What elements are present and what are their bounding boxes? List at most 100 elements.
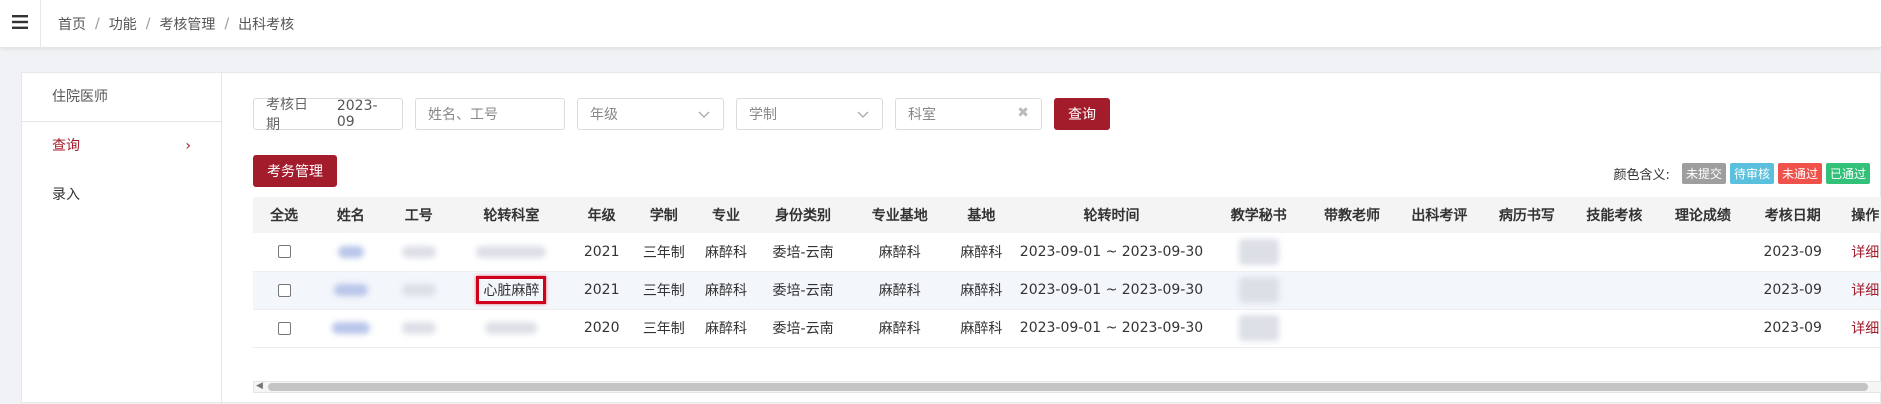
exam-date-cell: 2023-09 (1747, 233, 1838, 272)
redacted-secretary (1238, 277, 1279, 303)
col-header-rotation-period: 轮转时间 (1013, 197, 1210, 233)
hamburger-icon (12, 15, 28, 33)
status-badge-unsubmitted: 未提交 (1681, 163, 1726, 184)
name-cell[interactable] (315, 309, 387, 348)
evaluation-cell (1395, 271, 1484, 310)
identity-cell: 委培-云南 (755, 233, 851, 272)
name-cell[interactable] (315, 233, 387, 272)
chevron-right-icon: › (185, 138, 191, 154)
sidebar-item-query[interactable]: 查询 › (22, 122, 221, 171)
redacted-id (401, 322, 436, 334)
col-header-select-all[interactable]: 全选 (253, 197, 316, 233)
major-cell: 麻醉科 (696, 309, 756, 348)
sidebar-item-label: 录入 (52, 187, 80, 203)
medical-record-cell (1483, 233, 1571, 272)
theory-score-cell (1658, 271, 1748, 310)
scroll-left-icon[interactable]: ◀ (256, 381, 263, 391)
detail-link-cell: 详细 (1837, 271, 1881, 310)
major-base-cell: 麻醉科 (850, 271, 950, 310)
sidebar-item-entry[interactable]: 录入 (22, 171, 221, 220)
rotation-dept-cell (450, 309, 572, 348)
medical-record-cell (1483, 309, 1571, 348)
breadcrumb-separator: / (145, 16, 151, 32)
base-cell: 麻醉科 (949, 309, 1014, 348)
redacted-id (401, 245, 436, 258)
grade-cell: 2020 (571, 309, 632, 348)
teacher-cell (1308, 309, 1396, 348)
redacted-name (331, 322, 370, 334)
skill-exam-cell (1570, 233, 1659, 272)
name-id-input[interactable]: 姓名、工号 (415, 98, 565, 130)
detail-link-cell: 详细 (1837, 233, 1881, 272)
highlighted-dept: 心脏麻醉 (476, 276, 547, 304)
department-select[interactable]: 科室 ✖ (895, 98, 1042, 130)
department-value: 科室 (908, 107, 936, 123)
teacher-cell (1308, 271, 1396, 310)
base-cell: 麻醉科 (949, 233, 1014, 272)
name-cell[interactable] (315, 271, 387, 310)
search-button[interactable]: 查询 (1054, 98, 1110, 130)
sidebar: 住院医师 查询 › 录入 (22, 73, 222, 404)
detail-link-cell: 详细 (1837, 309, 1881, 348)
detail-link[interactable]: 详细 (1851, 283, 1879, 299)
row-checkbox[interactable] (277, 321, 291, 335)
col-header-secretary: 教学秘书 (1209, 197, 1309, 233)
rotation-period-cell: 2023-09-01 ~ 2023-09-30 (1013, 271, 1210, 310)
top-bar: 首页 / 功能 / 考核管理 / 出科考核 (0, 0, 1881, 48)
exam-affairs-button[interactable]: 考务管理 (253, 155, 337, 187)
rotation-dept-cell (450, 233, 572, 272)
scrollbar-thumb[interactable] (268, 383, 1868, 391)
col-header-rotation-dept: 轮转科室 (450, 197, 572, 233)
exam-date-cell: 2023-09 (1747, 309, 1838, 348)
rotation-dept-cell: 心脏麻醉 (450, 271, 572, 310)
clear-icon[interactable]: ✖ (1017, 105, 1029, 121)
status-badge-failed: 未通过 (1777, 163, 1822, 184)
major-base-cell: 麻醉科 (850, 233, 950, 272)
row-checkbox-cell (253, 271, 316, 310)
system-cell: 三年制 (631, 271, 697, 310)
teacher-cell (1308, 233, 1396, 272)
breadcrumb-exam-management[interactable]: 考核管理 (159, 14, 215, 34)
theory-score-cell (1658, 309, 1748, 348)
grade-cell: 2021 (571, 233, 632, 272)
detail-link[interactable]: 详细 (1851, 245, 1879, 261)
system-cell: 三年制 (631, 309, 697, 348)
exam-date-cell: 2023-09 (1747, 271, 1838, 310)
col-header-base: 基地 (949, 197, 1014, 233)
menu-toggle-button[interactable] (0, 0, 41, 48)
col-header-theory-score: 理论成绩 (1658, 197, 1748, 233)
col-header-skill-exam: 技能考核 (1570, 197, 1659, 233)
horizontal-scrollbar[interactable]: ◀ ▶ (253, 381, 1881, 393)
evaluation-cell (1395, 233, 1484, 272)
exam-date-value: 2023-09 (336, 98, 378, 130)
col-header-exam-date: 考核日期 (1747, 197, 1838, 233)
rotation-period-cell: 2023-09-01 ~ 2023-09-30 (1013, 309, 1210, 348)
system-placeholder: 学制 (749, 107, 777, 123)
redacted-secretary (1238, 238, 1279, 265)
major-cell: 麻醉科 (696, 233, 756, 272)
row-checkbox[interactable] (277, 245, 291, 259)
exam-date-field[interactable]: 考核日期 2023-09 (253, 97, 403, 133)
id-cell (386, 233, 451, 272)
col-header-major: 专业 (696, 197, 756, 233)
secretary-cell (1209, 233, 1309, 272)
system-select[interactable]: 学制 (736, 98, 883, 130)
grade-select[interactable]: 年级 (577, 98, 724, 130)
secretary-cell (1209, 271, 1309, 310)
redacted-dept (476, 245, 547, 258)
row-checkbox[interactable] (277, 283, 291, 297)
breadcrumb-function[interactable]: 功能 (109, 14, 137, 34)
id-cell (386, 309, 451, 348)
col-header-medical-record: 病历书写 (1483, 197, 1571, 233)
grade-placeholder: 年级 (590, 107, 618, 123)
breadcrumb-separator: / (224, 16, 230, 32)
breadcrumb-separator: / (95, 16, 100, 32)
rotation-period-cell: 2023-09-01 ~ 2023-09-30 (1013, 233, 1210, 272)
base-cell: 麻醉科 (949, 271, 1014, 310)
breadcrumb-home[interactable]: 首页 (58, 14, 86, 34)
redacted-name (333, 284, 368, 296)
evaluation-cell (1395, 309, 1484, 348)
detail-link[interactable]: 详细 (1851, 321, 1879, 337)
table-header-row: 全选 姓名 工号 轮转科室 年级 学制 专业 身份类别 专业基地 基地 轮转时间… (253, 197, 1881, 233)
row-checkbox-cell (253, 233, 316, 272)
